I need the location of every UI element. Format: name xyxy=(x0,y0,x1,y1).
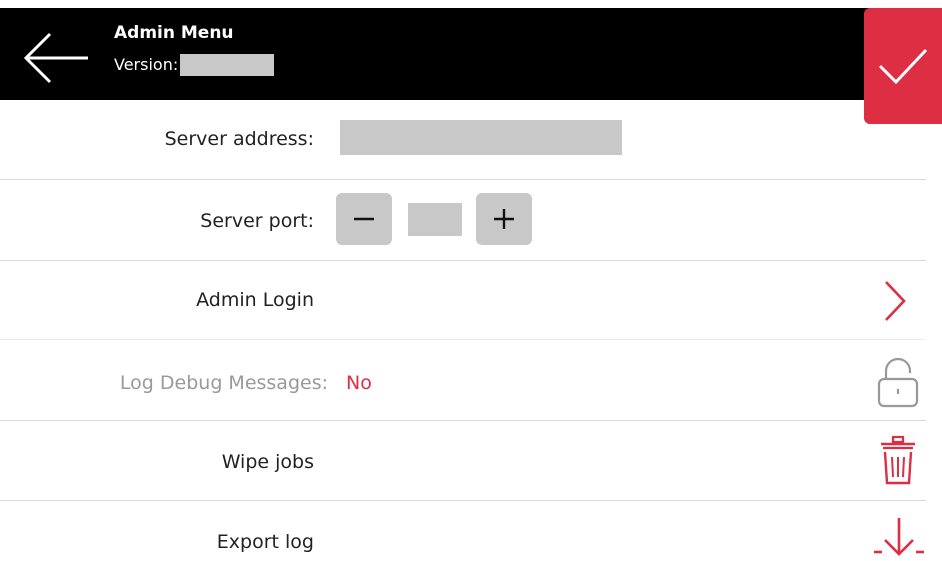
server-address-input[interactable] xyxy=(340,120,622,155)
trash-icon xyxy=(881,435,915,485)
version-value xyxy=(180,54,275,76)
server-port-label: Server port: xyxy=(200,210,314,232)
log-debug-label: Log Debug Messages: xyxy=(119,372,328,394)
export-log-button[interactable] xyxy=(872,516,926,560)
wipe-jobs-label: Wipe jobs xyxy=(221,451,314,473)
arrow-left-icon xyxy=(23,32,88,84)
version-row: Version: xyxy=(114,52,275,78)
header-title: Admin Menu xyxy=(114,23,234,43)
header-bar: Admin Menu Version: xyxy=(0,0,942,100)
log-debug-value: No xyxy=(346,372,372,394)
server-port-input[interactable] xyxy=(408,203,462,236)
server-address-label: Server address: xyxy=(164,128,314,150)
wipe-jobs-button[interactable] xyxy=(878,435,918,491)
header-title-block: Admin Menu Version: xyxy=(114,20,275,78)
log-debug-row: Log Debug Messages: xyxy=(0,340,926,421)
admin-login-label: Admin Login xyxy=(196,289,314,311)
back-button[interactable] xyxy=(20,28,94,88)
minus-icon xyxy=(354,217,374,221)
chevron-right-icon xyxy=(885,281,906,321)
admin-login-row[interactable]: Admin Login xyxy=(0,261,926,340)
wipe-jobs-row[interactable]: Wipe jobs xyxy=(0,421,926,501)
export-log-label: Export log xyxy=(216,531,314,553)
server-port-row: Server port: xyxy=(0,180,926,261)
admin-login-chevron[interactable] xyxy=(880,278,910,328)
version-label: Version: xyxy=(114,55,179,74)
check-icon xyxy=(878,48,928,85)
plus-icon xyxy=(494,209,514,229)
download-icon xyxy=(874,518,924,556)
port-increment-button[interactable] xyxy=(476,193,532,245)
export-log-row[interactable]: Export log xyxy=(0,501,926,561)
log-debug-lock xyxy=(876,355,920,413)
lock-icon xyxy=(877,357,919,408)
port-decrement-button[interactable] xyxy=(336,193,392,245)
